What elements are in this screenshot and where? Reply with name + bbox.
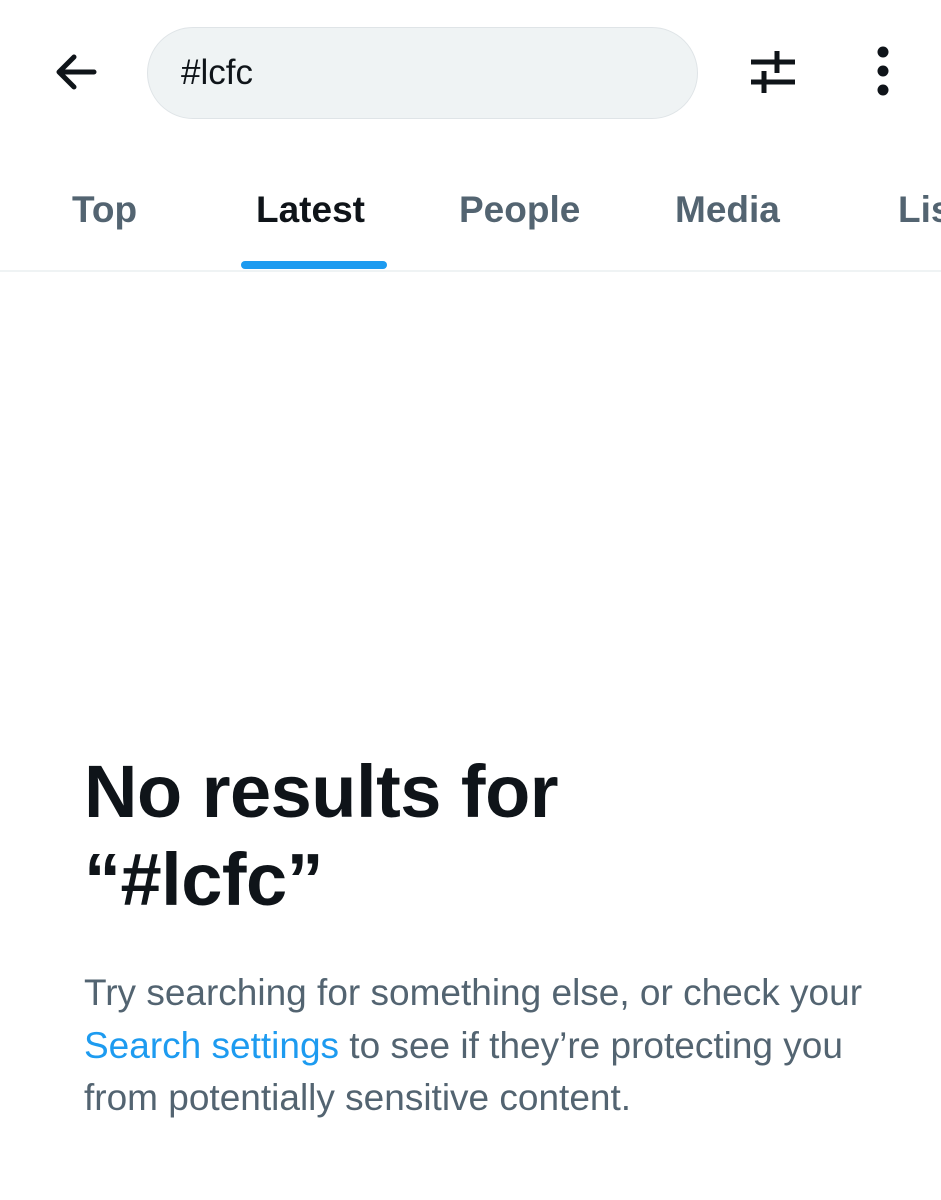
tab-top[interactable]: Top — [72, 150, 137, 270]
sliders-icon — [747, 46, 799, 101]
back-button[interactable] — [44, 44, 104, 104]
empty-state-title-query: “#lcfc” — [84, 838, 324, 921]
search-filters-button[interactable] — [742, 42, 804, 104]
search-input[interactable] — [181, 53, 661, 93]
more-options-button[interactable] — [855, 42, 911, 104]
empty-state-title: No results for “#lcfc” — [84, 748, 884, 924]
empty-state-desc-start: Try searching for something else, or che… — [84, 972, 863, 1013]
more-vertical-icon — [873, 45, 893, 102]
empty-state-description: Try searching for something else, or che… — [84, 967, 884, 1125]
tab-lists[interactable]: Lists — [898, 150, 941, 270]
arrow-left-icon — [50, 48, 98, 101]
search-settings-link[interactable]: Search settings — [84, 1025, 339, 1066]
search-box[interactable] — [147, 27, 698, 119]
search-tabs: Top Latest People Media Lists — [0, 150, 941, 272]
tab-people[interactable]: People — [459, 150, 580, 270]
search-header — [0, 0, 941, 150]
tab-latest[interactable]: Latest — [256, 150, 365, 270]
tab-media[interactable]: Media — [675, 150, 780, 270]
active-tab-indicator — [241, 261, 387, 269]
empty-state-title-line1: No results for — [84, 750, 559, 833]
